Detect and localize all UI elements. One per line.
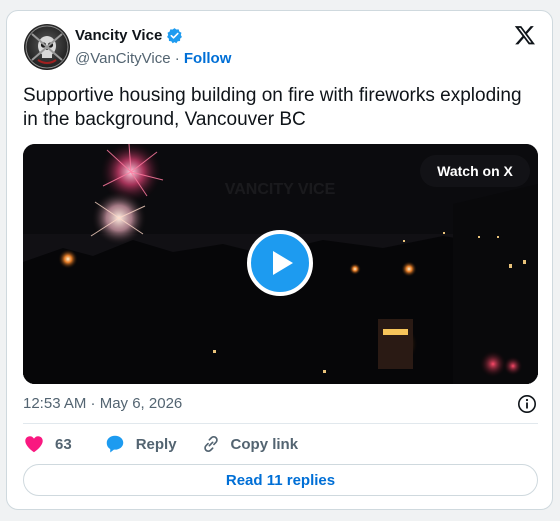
author-name-row: Vancity Vice xyxy=(75,27,183,44)
play-icon[interactable] xyxy=(247,230,313,296)
like-count: 63 xyxy=(55,435,72,453)
like-button[interactable]: 63 xyxy=(23,433,72,455)
copy-link-label: Copy link xyxy=(230,435,299,453)
read-replies-button[interactable]: Read 11 replies xyxy=(23,464,538,496)
heart-icon xyxy=(25,436,43,453)
follow-button[interactable]: Follow xyxy=(184,50,232,67)
author-handle-row: @VanCityVice · Follow xyxy=(75,50,231,67)
link-icon xyxy=(203,435,218,453)
verified-badge-icon xyxy=(167,28,183,44)
watch-on-x-button[interactable]: Watch on X xyxy=(420,155,530,187)
divider xyxy=(23,423,538,424)
avatar[interactable] xyxy=(24,24,70,70)
x-logo-icon[interactable] xyxy=(514,24,536,46)
handle-separator: · xyxy=(174,50,180,67)
action-bar: 63 Reply Copy link xyxy=(23,433,298,455)
tweet-timestamp[interactable]: 12:53 AM · May 6, 2026 xyxy=(23,395,182,412)
skull-logo-icon xyxy=(25,25,69,69)
reply-label: Reply xyxy=(135,435,177,453)
tweet-text: Supportive housing building on fire with… xyxy=(23,85,522,130)
info-icon[interactable] xyxy=(517,394,537,414)
author-display-name[interactable]: Vancity Vice xyxy=(75,27,162,44)
author-handle[interactable]: @VanCityVice xyxy=(75,50,171,67)
reply-button[interactable]: Reply xyxy=(104,433,177,455)
tweet-card: Vancity Vice @VanCityVice · Follow Suppo… xyxy=(6,10,553,510)
video-thumbnail[interactable]: VANCITY VICE Watch on X xyxy=(23,144,538,384)
reply-bubble-icon xyxy=(106,435,123,453)
watermark-text: VANCITY VICE xyxy=(225,181,336,198)
copy-link-button[interactable]: Copy link xyxy=(201,434,299,454)
